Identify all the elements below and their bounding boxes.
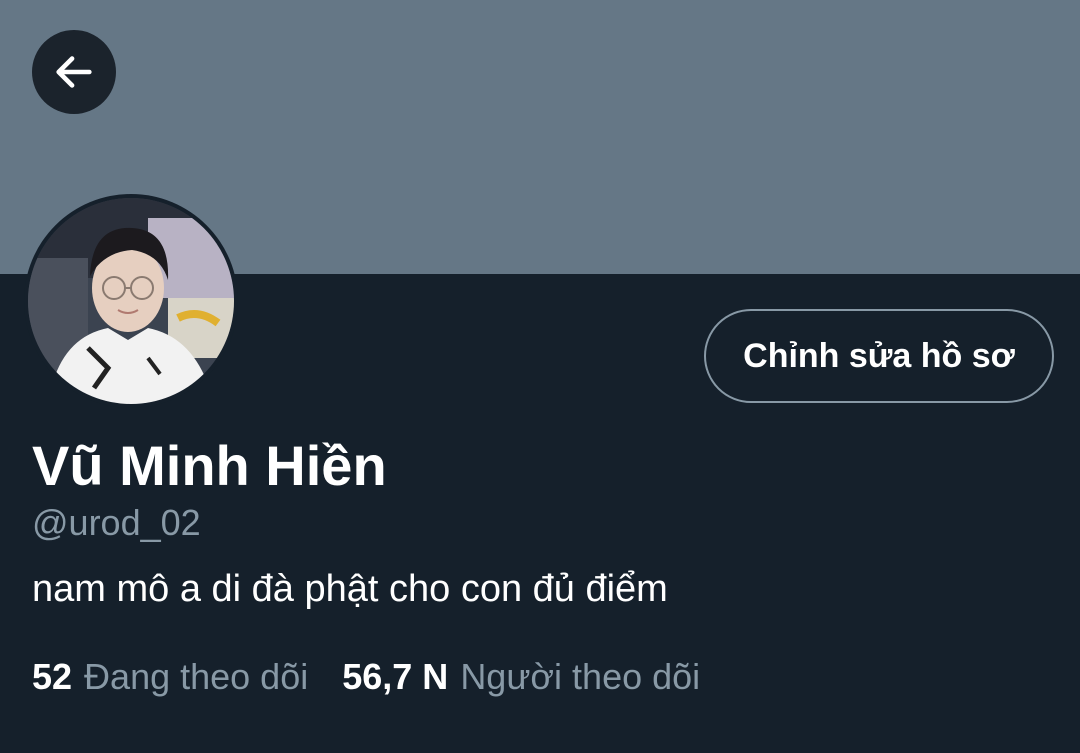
edit-profile-button[interactable]: Chỉnh sửa hồ sơ: [704, 309, 1054, 403]
username-handle: @urod_02: [32, 502, 201, 543]
following-stat[interactable]: 52 Đang theo dõi: [32, 654, 308, 700]
followers-label: Người theo dõi: [460, 656, 701, 697]
back-button[interactable]: [32, 30, 116, 114]
avatar-frame[interactable]: [24, 194, 238, 408]
following-label: Đang theo dõi: [84, 656, 309, 697]
followers-stat[interactable]: 56,7 N Người theo dõi: [342, 654, 700, 700]
edit-profile-label: Chỉnh sửa hồ sơ: [743, 336, 1015, 375]
profile-stats: 52 Đang theo dõi 56,7 N Người theo dõi: [32, 654, 700, 700]
avatar: [28, 198, 234, 404]
followers-count: 56,7 N: [342, 656, 449, 697]
following-count: 52: [32, 656, 73, 697]
display-name: Vũ Minh Hiền: [32, 434, 387, 497]
profile-screen: Chỉnh sửa hồ sơ Vũ Minh Hiền @urod_02 na…: [0, 0, 1080, 753]
profile-bio: nam mô a di đà phật cho con đủ điểm: [32, 568, 668, 610]
arrow-left-icon: [56, 56, 92, 88]
